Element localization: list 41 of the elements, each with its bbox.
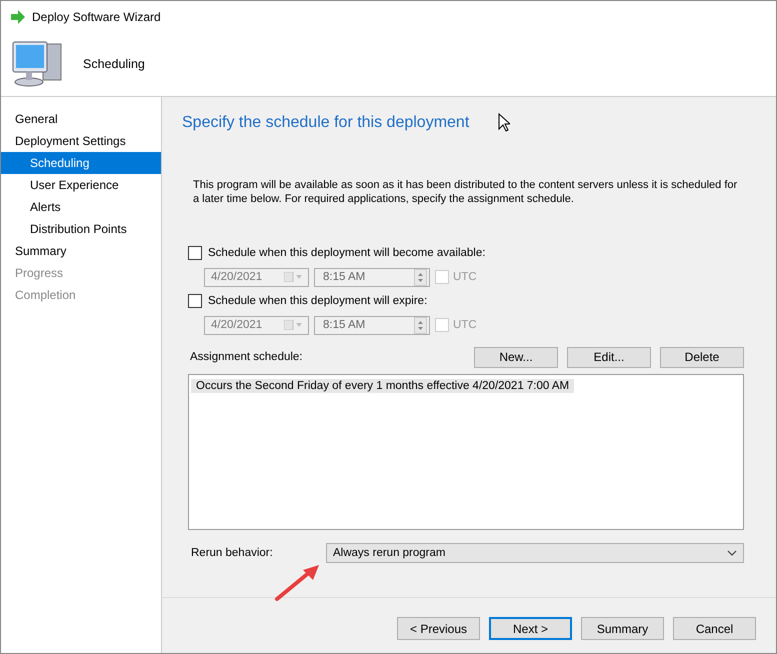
wizard-button[interactable]: Summary	[581, 617, 664, 640]
wizard-button[interactable]: Next >	[489, 617, 572, 640]
window-title: Deploy Software Wizard	[32, 10, 161, 24]
checkbox-label: Schedule when this deployment will become available:	[208, 247, 486, 259]
arrow-icon	[10, 10, 26, 24]
utc-checkbox[interactable]	[435, 270, 449, 284]
assignment-label: Assignment schedule:	[190, 351, 303, 363]
spinner-icon	[414, 316, 427, 334]
wizard-button[interactable]: < Previous	[397, 617, 480, 640]
checkbox[interactable]	[188, 246, 202, 260]
page-title: Scheduling	[83, 57, 145, 71]
checkbox-label: Schedule when this deployment will expire:	[208, 295, 428, 307]
schedule-button[interactable]: New...	[474, 346, 558, 368]
description-text: This program will be available as soon as it has been distributed to the content servers unless it is scheduled for a later time below. For required applications, specify the assignment schedule.	[192, 178, 738, 206]
rerun-dropdown[interactable]: Always rerun program	[326, 543, 744, 563]
step-item[interactable]: Deployment Settings	[1, 130, 161, 152]
rerun-label: Rerun behavior:	[191, 547, 274, 559]
calendar-dropdown-icon	[284, 320, 304, 330]
time-field[interactable]: 8:15 AM	[314, 268, 430, 286]
mouse-pointer-icon	[498, 113, 510, 132]
schedule-button[interactable]: Delete	[660, 346, 744, 368]
checkbox[interactable]	[188, 294, 202, 308]
step-item[interactable]: Scheduling	[1, 152, 161, 174]
chevron-down-icon	[727, 550, 737, 556]
step-item[interactable]: User Experience	[1, 174, 161, 196]
spinner-icon	[414, 268, 427, 286]
utc-label: UTC	[453, 271, 477, 283]
date-field[interactable]: 4/20/2021	[204, 316, 309, 334]
step-item[interactable]: Summary	[1, 240, 161, 262]
section-heading: Specify the schedule for this deployment	[182, 114, 470, 132]
time-field[interactable]: 8:15 AM	[314, 316, 430, 334]
schedule-item[interactable]: Occurs the Second Friday of every 1 months effective 4/20/2021 7:00 AM	[191, 379, 574, 393]
date-field[interactable]: 4/20/2021	[204, 268, 309, 286]
calendar-dropdown-icon	[284, 272, 304, 282]
utc-checkbox[interactable]	[435, 318, 449, 332]
utc-label: UTC	[453, 319, 477, 331]
schedule-button[interactable]: Edit...	[567, 346, 651, 368]
wizard-button[interactable]: Cancel	[673, 617, 756, 640]
step-item[interactable]: General	[1, 108, 161, 130]
step-item[interactable]: Alerts	[1, 196, 161, 218]
step-item[interactable]: Distribution Points	[1, 218, 161, 240]
